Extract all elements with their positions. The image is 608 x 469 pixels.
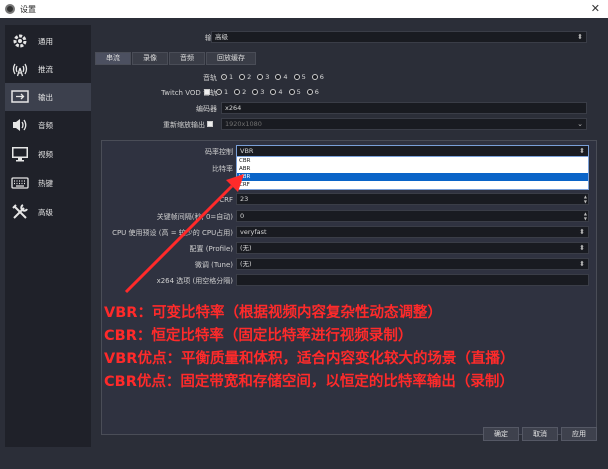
annotation-arrow: [124, 174, 244, 294]
annotation-cbr: CBR：恒定比特率（固定比特率进行视频录制）: [104, 328, 413, 344]
annotation-cbr-pros: CBR优点：固定带宽和存储空间，以恒定的比特率输出（录制）: [104, 374, 514, 390]
annotation-vbr-pros: VBR优点：平衡质量和体积，适合内容变化较大的场景（直播）: [104, 351, 515, 367]
annotation-vbr: VBR：可变比特率（根据视频内容复杂性动态调整）: [104, 305, 442, 321]
arrow-shaft: [124, 184, 234, 294]
